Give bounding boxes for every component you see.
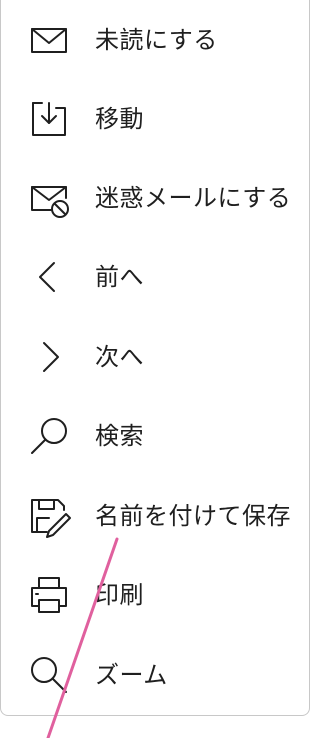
menu-item-print[interactable]: 印刷: [1, 555, 309, 635]
junk-mail-icon: [27, 176, 71, 220]
context-menu: 未読にする 移動 迷惑メールにする 前へ 次へ 検索 名前を付けて保存 印刷 ズ…: [0, 0, 310, 716]
menu-item-label: 迷惑メールにする: [95, 184, 292, 212]
menu-item-label: 名前を付けて保存: [95, 502, 291, 530]
menu-item-label: 検索: [95, 422, 144, 450]
menu-item-search[interactable]: 検索: [1, 396, 309, 476]
menu-item-next[interactable]: 次へ: [1, 317, 309, 397]
menu-item-previous[interactable]: 前へ: [1, 237, 309, 317]
mail-unread-icon: [27, 18, 71, 62]
chevron-right-icon: [27, 335, 71, 379]
menu-item-label: 次へ: [95, 343, 144, 371]
menu-item-mark-unread[interactable]: 未読にする: [1, 0, 309, 80]
menu-item-junk[interactable]: 迷惑メールにする: [1, 158, 309, 238]
chevron-left-icon: [27, 255, 71, 299]
zoom-icon: [27, 653, 71, 697]
move-to-folder-icon: [27, 97, 71, 141]
menu-item-zoom[interactable]: ズーム: [1, 635, 309, 715]
save-as-icon: [27, 494, 71, 538]
search-icon: [27, 414, 71, 458]
print-icon: [27, 573, 71, 617]
menu-item-label: 印刷: [95, 581, 144, 609]
menu-item-label: 移動: [95, 105, 144, 133]
menu-item-label: 未読にする: [95, 26, 218, 54]
menu-item-move[interactable]: 移動: [1, 79, 309, 159]
menu-item-label: ズーム: [95, 661, 168, 689]
menu-item-label: 前へ: [95, 263, 144, 291]
menu-item-save-as[interactable]: 名前を付けて保存: [1, 476, 309, 556]
